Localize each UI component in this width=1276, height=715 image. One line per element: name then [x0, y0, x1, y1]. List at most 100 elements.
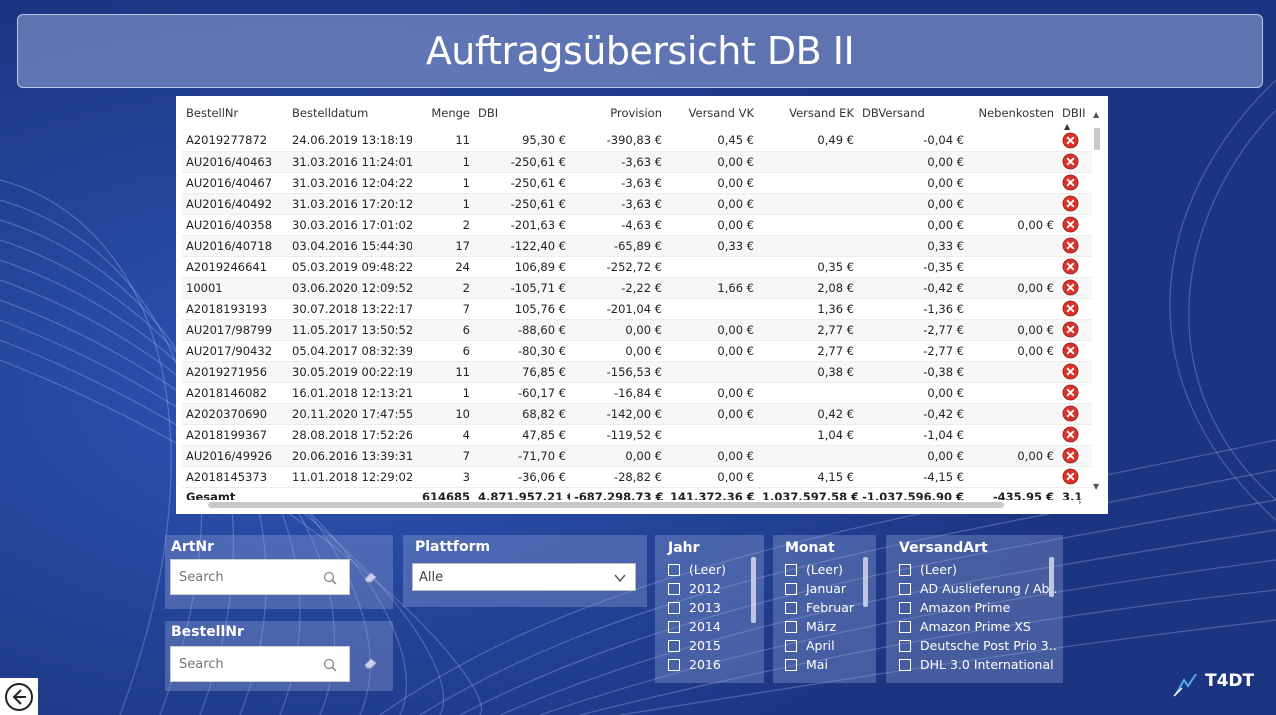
jahr-item[interactable]: 2012	[668, 579, 754, 598]
monat-item[interactable]: Mai	[785, 655, 863, 674]
checkbox[interactable]	[899, 563, 911, 576]
hscroll-thumb[interactable]	[208, 502, 1004, 508]
col-header-bestelldatum[interactable]: Bestelldatum	[288, 96, 412, 130]
monat-item[interactable]: Januar	[785, 579, 863, 598]
checkbox[interactable]	[668, 620, 680, 633]
jahr-scrollbar[interactable]	[751, 557, 756, 623]
search-icon[interactable]	[323, 571, 337, 585]
checkbox[interactable]	[899, 582, 911, 595]
table-row[interactable]: A2019246641 05.03.2019 09:48:22 24 106,89 €…	[182, 256, 1092, 278]
table-cell: 30.07.2018 13:22:17	[288, 298, 412, 320]
checkbox[interactable]	[668, 639, 680, 652]
artnr-search-input[interactable]	[179, 569, 319, 585]
clear-eraser-icon[interactable]	[363, 657, 379, 669]
checkbox[interactable]	[668, 658, 680, 671]
table-row[interactable]: AU2016/40467 31.03.2016 12:04:22 1 -250,61 …	[182, 172, 1092, 194]
jahr-item[interactable]: 2016	[668, 655, 754, 674]
checkbox[interactable]	[785, 601, 797, 614]
monat-scrollbar[interactable]	[863, 557, 868, 607]
col-header-bestellnr[interactable]: BestellNr	[182, 96, 288, 130]
versandart-item[interactable]: Amazon Prime	[899, 598, 1057, 617]
versandart-item[interactable]: AD Auslieferung / Ab...	[899, 579, 1057, 598]
monat-item[interactable]: Februar	[785, 598, 863, 617]
table-cell: 0,33 €	[666, 235, 758, 257]
back-button[interactable]	[0, 678, 38, 715]
table-row[interactable]: A2018199367 28.08.2018 17:52:26 4 47,85 € -1…	[182, 424, 1092, 446]
table-cell: 16.01.2018 12:13:21	[288, 382, 412, 404]
table-row[interactable]: A2018193193 30.07.2018 13:22:17 7 105,76 € -…	[182, 298, 1092, 320]
checkbox[interactable]	[899, 658, 911, 671]
col-header-provision[interactable]: Provision	[570, 96, 666, 130]
scroll-up-icon[interactable]: ▲	[1093, 110, 1099, 119]
jahr-item[interactable]: (Leer)	[668, 560, 754, 579]
checkbox[interactable]	[899, 620, 911, 633]
monat-item[interactable]: (Leer)	[785, 560, 863, 579]
checkbox[interactable]	[785, 620, 797, 633]
slicer-monat-title: Monat	[785, 540, 835, 556]
table-cell: AU2016/40463	[182, 151, 288, 173]
artnr-search-box[interactable]	[170, 559, 350, 595]
table-row[interactable]: A2019271956 30.05.2019 00:22:19 11 76,85 € -…	[182, 361, 1092, 383]
search-icon[interactable]	[323, 658, 337, 672]
scroll-right-icon[interactable]: ›	[1078, 498, 1082, 508]
table-row[interactable]: 10001 03.06.2020 12:09:52 2 -105,71 € -2,22 …	[182, 277, 1092, 299]
checkbox[interactable]	[785, 658, 797, 671]
table-row[interactable]: AU2016/40718 03.04.2016 15:44:30 17 -122,40…	[182, 235, 1092, 257]
col-header-dbversand[interactable]: DBVersand	[858, 96, 968, 130]
table-cell	[758, 445, 858, 467]
jahr-item[interactable]: 2015	[668, 636, 754, 655]
versandart-item[interactable]: Deutsche Post Prio 3...	[899, 636, 1057, 655]
col-header-dbi[interactable]: DBI	[474, 96, 570, 130]
table-cell: 2,08 €	[758, 277, 858, 299]
bestellnr-search-input[interactable]	[179, 656, 319, 672]
col-header-nebenkosten[interactable]: Nebenkosten	[968, 96, 1058, 130]
monat-item[interactable]: März	[785, 617, 863, 636]
jahr-item[interactable]: 2013	[668, 598, 754, 617]
table-row[interactable]: A2018146082 16.01.2018 12:13:21 1 -60,17 € -…	[182, 382, 1092, 404]
checkbox[interactable]	[785, 563, 797, 576]
table-cell: 03.04.2016 15:44:30	[288, 235, 412, 257]
versandart-scrollbar[interactable]	[1049, 557, 1054, 597]
table-row[interactable]: AU2016/49926 20.06.2016 13:39:31 7 -71,70 €…	[182, 445, 1092, 467]
table-row[interactable]: AU2016/40492 31.03.2016 17:20:12 1 -250,61 …	[182, 193, 1092, 215]
table-cell: -3,63 €	[570, 151, 666, 173]
table-cell: 1	[412, 382, 474, 404]
versandart-item[interactable]: Amazon Prime XS	[899, 617, 1057, 636]
col-header-menge[interactable]: Menge	[412, 96, 474, 130]
scroll-down-icon[interactable]: ▼	[1093, 482, 1099, 491]
checkbox[interactable]	[785, 639, 797, 652]
table-row[interactable]: AU2016/40463 31.03.2016 11:24:01 1 -250,61 …	[182, 151, 1092, 173]
jahr-item[interactable]: 2014	[668, 617, 754, 636]
table-cell: 4	[412, 424, 474, 446]
table-vertical-scrollbar[interactable]: ▲ ▼	[1092, 110, 1102, 491]
table-row[interactable]: A2018145373 11.01.2018 12:29:02 3 -36,06 € -…	[182, 466, 1092, 488]
versandart-item[interactable]: (Leer)	[899, 560, 1057, 579]
table-row[interactable]: AU2016/40358 30.03.2016 17:01:02 2 -201,63 …	[182, 214, 1092, 236]
checkbox[interactable]	[899, 639, 911, 652]
table-horizontal-scrollbar[interactable]: ›	[182, 498, 1092, 510]
col-header-versand-ek[interactable]: Versand EK	[758, 96, 858, 130]
checkbox[interactable]	[899, 601, 911, 614]
versandart-item[interactable]: DHL 3.0 International	[899, 655, 1057, 674]
table-viewport[interactable]: BestellNr Bestelldatum Menge DBI Provisi…	[182, 96, 1092, 500]
clear-eraser-icon[interactable]	[363, 571, 379, 583]
checkbox[interactable]	[668, 563, 680, 576]
table-row[interactable]: A2020370690 20.11.2020 17:47:55 10 68,82 € -…	[182, 403, 1092, 425]
checkbox[interactable]	[668, 601, 680, 614]
chevron-down-icon[interactable]	[613, 571, 627, 585]
table-row[interactable]: AU2017/98799 11.05.2017 13:50:52 6 -88,60 €…	[182, 319, 1092, 341]
bestellnr-search-box[interactable]	[170, 646, 350, 682]
slicer-bestellnr: BestellNr	[165, 621, 393, 691]
scroll-thumb[interactable]	[1094, 128, 1100, 150]
table-row[interactable]: AU2017/90432 05.04.2017 08:32:39 6 -80,30 €…	[182, 340, 1092, 362]
table-cell: 0,38 €	[758, 361, 858, 383]
monat-item[interactable]: April	[785, 636, 863, 655]
checkbox[interactable]	[668, 582, 680, 595]
order-table-visual[interactable]: BestellNr Bestelldatum Menge DBI Provisi…	[176, 96, 1108, 514]
checkbox[interactable]	[785, 582, 797, 595]
table-cell: AU2016/40492	[182, 193, 288, 215]
col-header-versand-vk[interactable]: Versand VK	[666, 96, 758, 130]
plattform-dropdown[interactable]: Alle	[412, 563, 636, 591]
table-row[interactable]: A2019277872 24.06.2019 13:18:19 11 95,30 € -…	[182, 130, 1092, 152]
table-cell	[968, 361, 1058, 383]
